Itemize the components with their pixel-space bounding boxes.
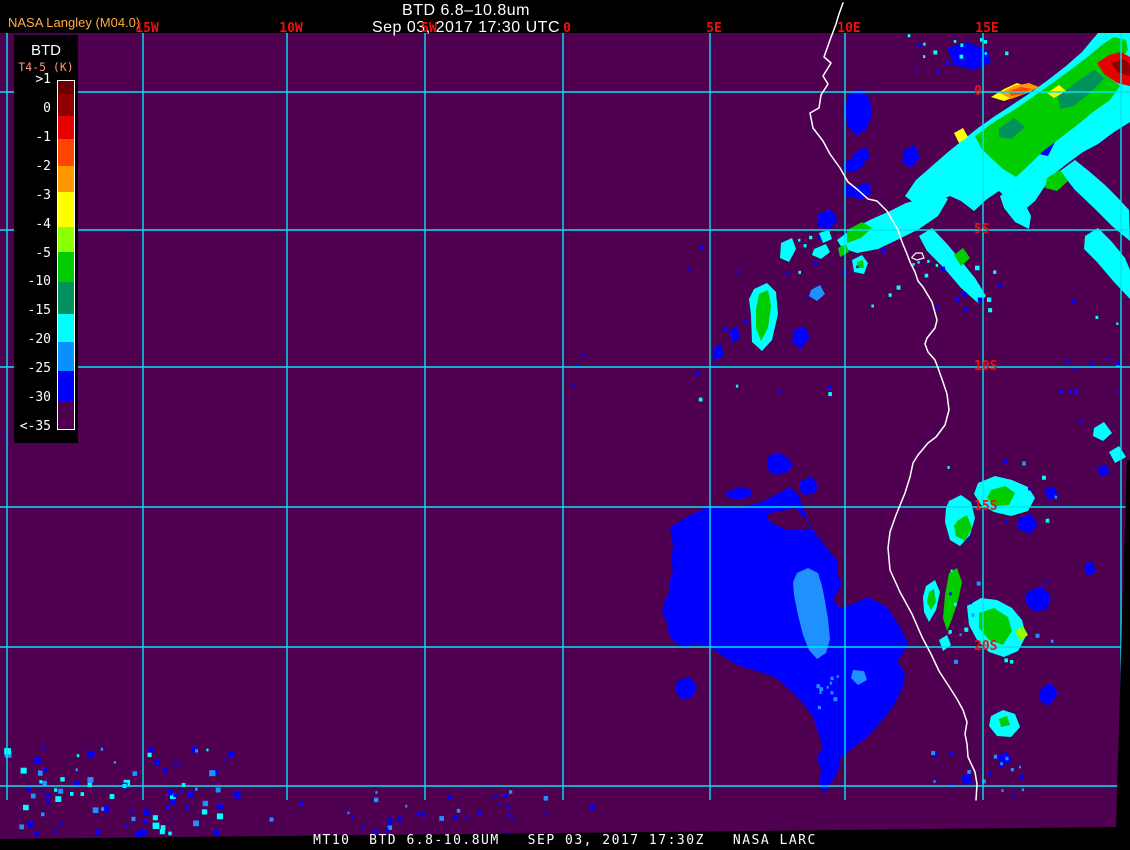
colorbar-tick--1: -1 xyxy=(35,129,51,145)
colorbar-segment-6 xyxy=(58,227,74,252)
top-banner-band xyxy=(0,0,1130,33)
colorbar-tick--4: -4 xyxy=(35,216,51,232)
colorbar-segment-8 xyxy=(58,282,74,314)
colorbar-segment-0 xyxy=(58,81,74,94)
colorbar-tick--5: -5 xyxy=(35,245,51,261)
colorbar-legend: BTD T4-5 (K) >1 0 -1 -2 -3 -4 -5 -10 -15 -20 -25 -3… xyxy=(14,35,78,443)
colorbar-segment-12 xyxy=(58,401,74,429)
colorbar-tick--30: -30 xyxy=(27,390,51,406)
colorbar-segment-7 xyxy=(58,252,74,282)
map-canvas xyxy=(0,0,1130,850)
colorbar-segment-3 xyxy=(58,139,74,166)
colorbar-tick--20: -20 xyxy=(27,332,51,348)
colorbar-tick-<-35: <-35 xyxy=(19,419,51,434)
colorbar-tick-0: 0 xyxy=(43,100,51,116)
colorbar-segment-1 xyxy=(58,94,74,116)
colorbar xyxy=(57,80,75,430)
satellite-btd-product: BTD 6.8–10.8um Sep 03, 2017 17:30 UTC NA… xyxy=(0,0,1130,850)
colorbar-tick--15: -15 xyxy=(27,303,51,319)
colorbar-segment-4 xyxy=(58,166,74,192)
colorbar-tick--25: -25 xyxy=(27,361,51,377)
colorbar-tick--3: -3 xyxy=(35,187,51,203)
colorbar-segment-5 xyxy=(58,192,74,227)
legend-title: BTD xyxy=(31,42,61,59)
colorbar-tick->1: >1 xyxy=(35,72,51,87)
colorbar-tick--2: -2 xyxy=(35,158,51,174)
colorbar-segment-9 xyxy=(58,314,74,342)
colorbar-segment-10 xyxy=(58,342,74,371)
colorbar-tick--10: -10 xyxy=(27,274,51,290)
colorbar-segment-11 xyxy=(58,371,74,401)
colorbar-segment-2 xyxy=(58,116,74,139)
